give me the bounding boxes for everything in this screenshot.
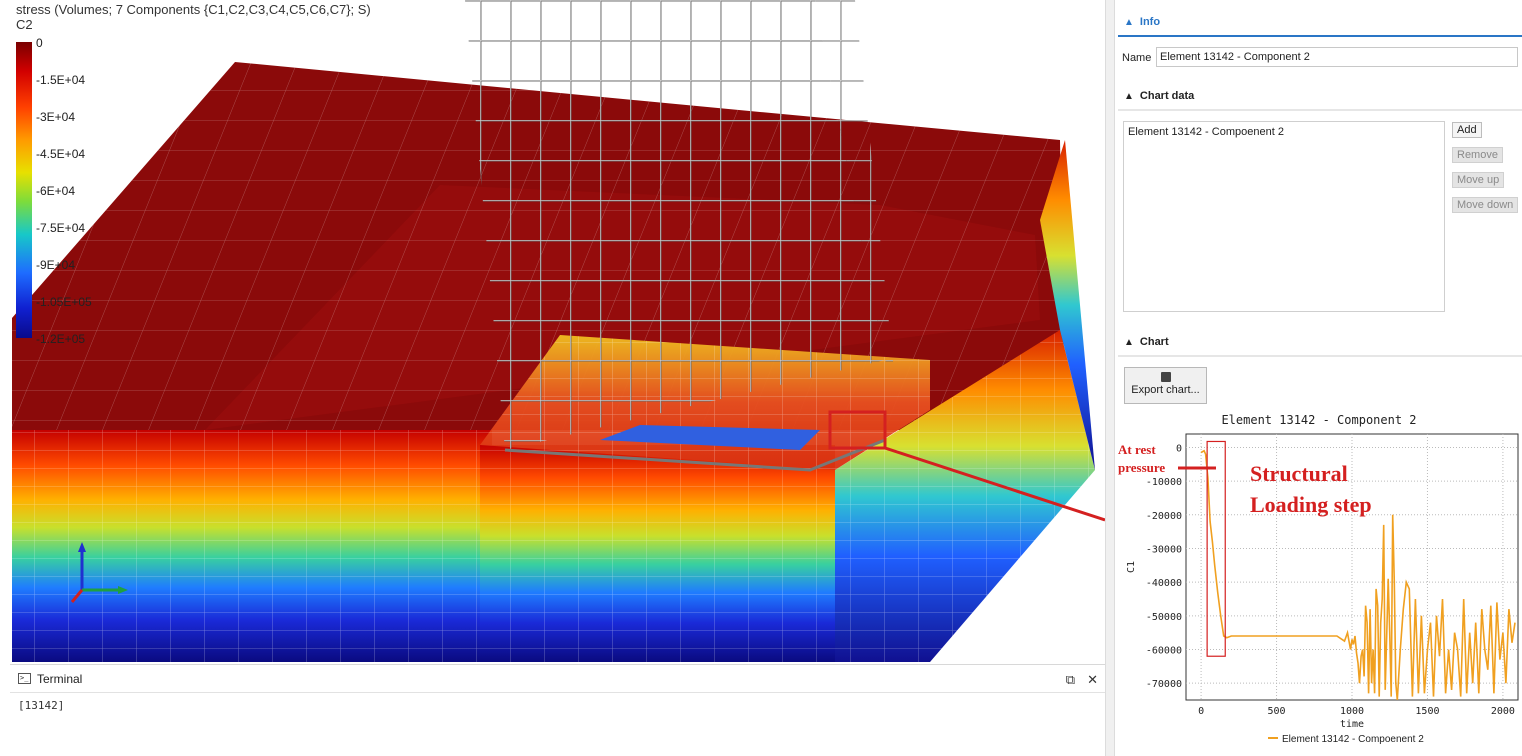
- legend-tick-label: -1.05E+05: [36, 295, 92, 309]
- y-tick-label: 0: [1176, 443, 1182, 454]
- legend-tick-label: -4.5E+04: [36, 147, 86, 161]
- at-rest-annotation-line2: pressure: [1118, 460, 1165, 475]
- at-rest-annotation: At rest: [1118, 442, 1156, 457]
- structural-annotation: Structural: [1250, 461, 1348, 486]
- terminal-icon: >_: [18, 673, 31, 684]
- legend-tick-label: -1.2E+05: [36, 332, 86, 346]
- legend-tick-label: -7.5E+04: [36, 221, 86, 235]
- legend-tick-label: 0: [36, 36, 43, 50]
- x-tick-label: 2000: [1491, 706, 1515, 717]
- legend-component: C2: [16, 17, 33, 32]
- y-tick-label: -20000: [1146, 511, 1182, 522]
- legend-label: Element 13142 - Compoenent 2: [1282, 734, 1424, 745]
- properties-panel: ▲ Info Name ▲ Chart data Element 13142 -…: [1116, 0, 1522, 756]
- 3d-viewport[interactable]: stress (Volumes; 7 Components {C1,C2,C3,…: [0, 0, 1105, 662]
- legend-tick-label: -9E+04: [36, 258, 76, 272]
- close-icon[interactable]: ✕: [1087, 672, 1098, 688]
- move-up-button[interactable]: Move up: [1452, 172, 1505, 188]
- restore-icon[interactable]: ⧉: [1066, 672, 1075, 688]
- add-button[interactable]: Add: [1452, 122, 1482, 138]
- legend-title: stress (Volumes; 7 Components {C1,C2,C3,…: [16, 2, 371, 17]
- x-tick-label: 500: [1268, 706, 1286, 717]
- panel-splitter[interactable]: [1105, 0, 1115, 756]
- move-down-button[interactable]: Move down: [1452, 197, 1519, 213]
- terminal-output[interactable]: [13142]: [10, 693, 1108, 718]
- collapse-triangle-icon[interactable]: ▲: [1124, 17, 1134, 28]
- x-axis-label: time: [1340, 719, 1364, 730]
- x-tick-label: 0: [1198, 706, 1204, 717]
- y-axis-label: C1: [1126, 561, 1137, 573]
- name-label: Name: [1122, 52, 1152, 64]
- export-chart-button[interactable]: Export chart...: [1124, 367, 1207, 404]
- chart-section-header[interactable]: ▲ Chart: [1118, 330, 1522, 354]
- list-item[interactable]: Element 13142 - Compoenent 2: [1128, 126, 1440, 138]
- y-tick-label: -10000: [1146, 477, 1182, 488]
- collapse-triangle-icon[interactable]: ▲: [1124, 337, 1134, 348]
- info-section-header[interactable]: ▲ Info: [1118, 10, 1522, 34]
- terminal-title: Terminal: [37, 671, 83, 686]
- line-chart[interactable]: 0 500 1000 1500 2000 0 -10000 -20000 -30000 -4000…: [1116, 408, 1522, 756]
- terminal-panel[interactable]: >_ Terminal ⧉ ✕ [13142]: [10, 664, 1108, 756]
- y-tick-label: -30000: [1146, 544, 1182, 555]
- stress-mesh-render[interactable]: [0, 0, 1105, 662]
- structural-annotation-line2: Loading step: [1250, 492, 1372, 517]
- y-tick-label: -40000: [1146, 578, 1182, 589]
- y-tick-label: -70000: [1146, 679, 1182, 690]
- chart-data-list[interactable]: Element 13142 - Compoenent 2: [1123, 121, 1445, 312]
- x-tick-label: 1000: [1340, 706, 1364, 717]
- collapse-triangle-icon[interactable]: ▲: [1124, 91, 1134, 102]
- legend-color-bar: [16, 42, 32, 338]
- y-tick-label: -60000: [1146, 645, 1182, 656]
- name-input[interactable]: [1156, 47, 1518, 67]
- remove-button[interactable]: Remove: [1452, 147, 1503, 163]
- x-tick-label: 1500: [1415, 706, 1439, 717]
- legend-tick-label: -1.5E+04: [36, 73, 86, 87]
- legend-tick-label: -6E+04: [36, 184, 76, 198]
- y-tick-label: -50000: [1146, 612, 1182, 623]
- save-disk-icon: [1160, 372, 1171, 382]
- legend-tick-label: -3E+04: [36, 110, 76, 124]
- chart-data-section-header[interactable]: ▲ Chart data: [1118, 84, 1522, 108]
